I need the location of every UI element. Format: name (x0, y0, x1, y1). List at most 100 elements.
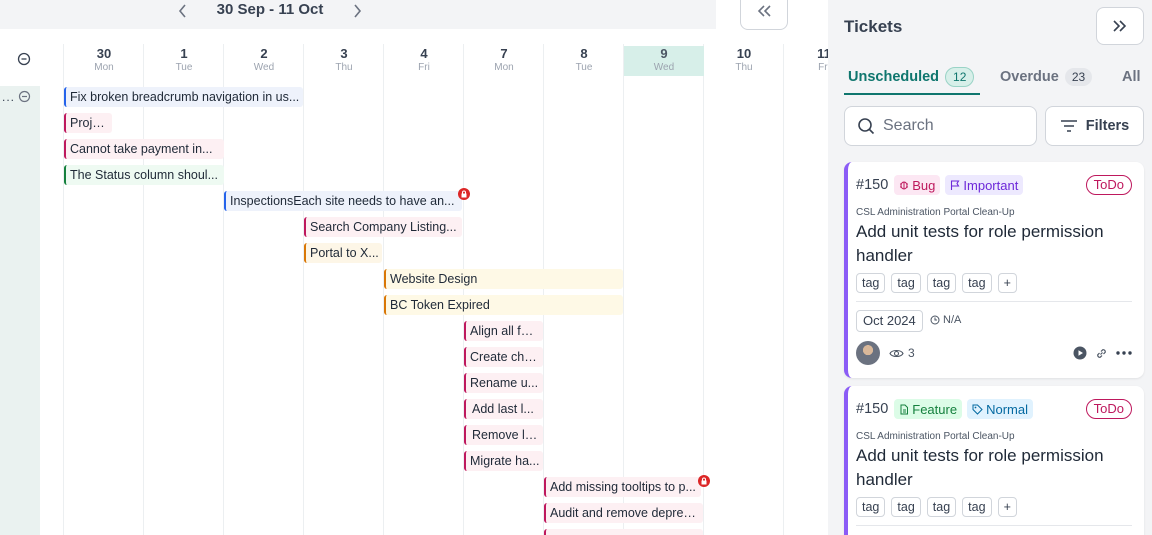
eye-icon (889, 349, 904, 357)
ticket-title[interactable]: Add unit tests for role permission handl… (856, 444, 1126, 492)
calendar-event[interactable]: Remove le... (464, 425, 543, 445)
ticket-card-header: #150 Feature Normal (856, 399, 1033, 419)
flag-icon (951, 179, 960, 190)
tag-chip[interactable]: tag (962, 497, 992, 517)
status-badge[interactable]: ToDo (1085, 175, 1132, 195)
filters-button[interactable]: Filters (1045, 106, 1144, 146)
card-divider (856, 525, 1132, 526)
calendar-event[interactable]: Create cha... (464, 347, 543, 367)
project-name: CSL Administration Portal Clean-Up (856, 431, 1015, 442)
calendar-event[interactable]: Align all for... (464, 321, 543, 341)
chevron-right-icon (353, 4, 361, 18)
tag-icon (972, 404, 983, 415)
calendar-event[interactable]: The Status column shoul... (64, 165, 224, 185)
tab-overdue[interactable]: Overdue 23 (1000, 60, 1093, 94)
day-number: 4 (420, 46, 428, 61)
tag-list: tag tag tag tag + (856, 497, 1017, 517)
copy-link-button[interactable] (1095, 347, 1108, 360)
search-box (844, 106, 1037, 146)
calendar-event[interactable]: Audit and remove deprec... (544, 503, 703, 523)
grid-line (543, 44, 544, 535)
filters-label: Filters (1085, 118, 1130, 134)
tag-list: tag tag tag tag + (856, 273, 1017, 293)
day-header: 2 Wed (224, 46, 304, 76)
tag-chip[interactable]: tag (926, 497, 957, 517)
lock-icon (458, 188, 470, 200)
day-header: 11Fri (784, 46, 828, 76)
tag-chip[interactable]: tag (962, 273, 992, 293)
grid-line (223, 44, 224, 535)
day-header: 8 Tue (544, 46, 624, 76)
play-button[interactable] (1073, 346, 1087, 360)
priority-badge: Normal (967, 399, 1033, 419)
priority-label: Important (963, 177, 1019, 193)
tag-chip[interactable]: tag (856, 273, 886, 293)
ticket-card[interactable]: #150 Bug Important ToDo CSL Administrati… (844, 162, 1144, 378)
calendar-event[interactable]: Add missing tooltips to p... (544, 477, 701, 497)
weekday-label: Wed (253, 62, 275, 73)
previous-week-button[interactable] (172, 0, 192, 22)
tab-label: All (1122, 69, 1141, 85)
ticket-title[interactable]: Add unit tests for role permission handl… (856, 220, 1126, 268)
double-chevron-left-icon (757, 5, 771, 17)
calendar-event[interactable]: Website Design (384, 269, 623, 289)
day-header: 30 Mon (64, 46, 144, 76)
calendar-event[interactable]: Migrate ha... (464, 451, 543, 471)
ticket-id: #150 (856, 401, 889, 417)
calendar-event[interactable]: Search Company Listing... (304, 217, 462, 237)
filter-icon (1060, 120, 1077, 132)
calendar-area: 30 Sep - 11 Oct ... 30 Mon 1 Tue 2 Wed 3… (0, 0, 828, 535)
tab-unscheduled[interactable]: Unscheduled 12 (848, 60, 975, 94)
calendar-event[interactable]: Proje... (64, 113, 112, 133)
more-options-button[interactable] (1116, 351, 1132, 355)
calendar-event[interactable]: Rename u... (464, 373, 543, 393)
tab-label: Overdue (1000, 69, 1059, 85)
collapse-sidebar-button[interactable] (740, 0, 788, 30)
next-week-button[interactable] (347, 0, 367, 22)
project-name: CSL Administration Portal Clean-Up (856, 207, 1015, 218)
tab-label: Unscheduled (848, 69, 940, 85)
day-header: 1 Tue (144, 46, 224, 76)
chevron-left-icon (178, 4, 186, 18)
grid-line (383, 44, 384, 535)
calendar-event-partial[interactable] (544, 529, 703, 535)
status-badge[interactable]: ToDo (1085, 399, 1132, 419)
calendar-event[interactable]: BC Token Expired (384, 295, 623, 315)
tag-chip[interactable]: tag (926, 273, 957, 293)
calendar-event[interactable]: Fix broken breadcrumb navigation in us..… (64, 87, 303, 107)
bug-icon (900, 181, 909, 190)
search-input[interactable] (883, 117, 1023, 135)
watchers-count: 3 (889, 346, 915, 360)
calendar-event[interactable]: Add last l... (464, 399, 543, 419)
panel-title: Tickets (844, 17, 903, 36)
tag-chip[interactable]: tag (891, 497, 921, 517)
assignee-avatar[interactable] (856, 341, 880, 365)
calendar-event[interactable]: Cannot take payment in... (64, 139, 224, 159)
day-number: 1 (180, 46, 188, 61)
clock-icon[interactable] (17, 52, 31, 66)
tag-chip[interactable]: tag (856, 497, 886, 517)
document-icon (900, 404, 909, 414)
calendar-event[interactable]: InspectionsEach site needs to have an... (224, 191, 462, 211)
grid-line (783, 44, 784, 535)
tag-chip[interactable]: tag (891, 273, 921, 293)
weekday-label: Tue (575, 62, 593, 73)
calendar-event[interactable]: Portal to X... (304, 243, 382, 263)
grid-line (303, 44, 304, 535)
day-number: 10 (736, 46, 752, 61)
weekday-label: Thu (735, 62, 753, 73)
add-tag-button[interactable]: + (997, 273, 1017, 293)
tab-all[interactable]: All (1122, 60, 1141, 94)
weekday-label: Mon (494, 62, 514, 73)
row-more-dots[interactable]: ... (2, 90, 15, 104)
expand-panel-button[interactable] (1096, 7, 1144, 45)
ticket-card[interactable]: #150 Feature Normal ToDo CSL Administrat… (844, 386, 1144, 535)
add-tag-button[interactable]: + (997, 497, 1017, 517)
grid-line (703, 44, 704, 535)
type-label: Feature (912, 401, 958, 417)
day-number: 7 (500, 46, 508, 61)
row-clock-icon[interactable] (18, 90, 31, 103)
day-number: 9 (660, 46, 668, 61)
day-number: 11 (817, 46, 828, 61)
scheduled-date-chip[interactable]: Oct 2024 (856, 310, 923, 332)
